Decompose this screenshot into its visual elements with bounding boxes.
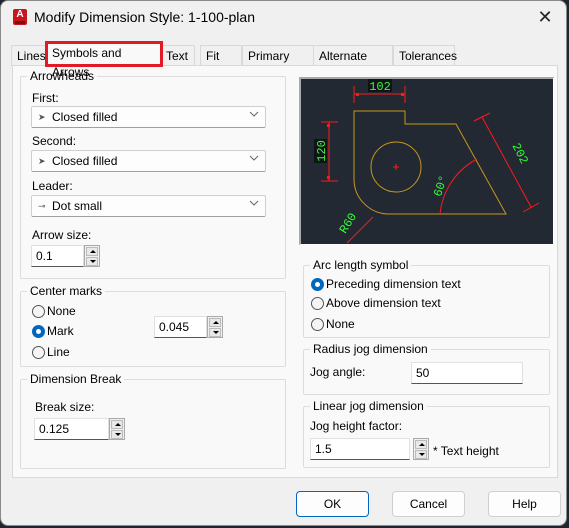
radio-icon [311, 297, 324, 310]
jog-angle-value: 50 [416, 366, 430, 380]
dim-dot [401, 93, 404, 96]
radio-icon [32, 305, 45, 318]
arrow-size-input[interactable]: 0.1 [31, 245, 84, 267]
chevron-down-icon [249, 200, 259, 206]
dot-small-icon: ⊸ [38, 201, 46, 211]
radio-icon [32, 346, 45, 359]
dim-202-text: 202 [509, 141, 531, 167]
radio-label: None [47, 304, 76, 318]
dimension-break-label: Dimension Break [27, 372, 125, 386]
dim-dot [327, 176, 330, 179]
dim-dot [356, 93, 359, 96]
modify-dimension-style-dialog: A Modify Dimension Style: 1-100-plan ✕ L… [0, 0, 567, 526]
center-marks-label: Center marks [27, 284, 106, 298]
title-bar: A Modify Dimension Style: 1-100-plan ✕ [1, 1, 566, 35]
tab-alternate-units[interactable]: Alternate Units [313, 45, 393, 83]
spin-down-icon[interactable] [111, 430, 123, 439]
jog-height-factor-input[interactable]: 1.5 [310, 438, 410, 460]
close-icon: ✕ [537, 7, 553, 27]
tab-primary-units[interactable]: Primary Units [242, 45, 314, 83]
jog-angle-input[interactable]: 50 [411, 362, 523, 384]
dim-radius-text: R60 [337, 211, 360, 237]
spin-up-icon[interactable] [111, 420, 123, 429]
leader-value: Dot small [52, 199, 103, 213]
radius-jog-label: Radius jog dimension [310, 342, 431, 356]
closed-filled-arrow-icon: ➤ [38, 112, 46, 122]
leader-arrowhead-select[interactable]: ⊸ Dot small [31, 195, 266, 217]
tab-symbols-and-arrows[interactable]: Symbols and Arrows [45, 41, 163, 79]
jog-height-factor-label: Jog height factor: [310, 419, 403, 433]
tab-fit[interactable]: Fit [200, 45, 242, 66]
closed-filled-arrow-icon: ➤ [38, 156, 46, 166]
radio-label: Preceding dimension text [326, 277, 461, 291]
radio-icon [32, 325, 45, 338]
dim-angle-text: 60° [431, 174, 451, 199]
break-size-spinner[interactable] [109, 418, 125, 440]
arc-length-symbol-label: Arc length symbol [310, 258, 412, 272]
spin-up-icon[interactable] [209, 318, 221, 327]
center-mark-size-spinner[interactable] [207, 316, 223, 338]
break-size-value: 0.125 [39, 422, 70, 436]
dim-202-line [473, 112, 540, 213]
first-arrowhead-value: Closed filled [52, 110, 118, 124]
center-mark [393, 164, 399, 170]
jog-angle-label: Jog angle: [310, 365, 366, 379]
radio-icon [311, 278, 324, 291]
dim-102-text: 102 [369, 80, 391, 94]
center-mark-size-value: 0.045 [159, 320, 190, 334]
center-mark-size-input[interactable]: 0.045 [154, 316, 207, 338]
linear-jog-label: Linear jog dimension [310, 399, 427, 413]
arrow-size-value: 0.1 [36, 249, 53, 263]
radio-label: Line [47, 345, 70, 359]
leader-label: Leader: [32, 179, 73, 193]
ok-button[interactable]: OK [296, 491, 369, 517]
radio-label: None [326, 317, 355, 331]
arrow-size-spinner[interactable] [84, 245, 100, 267]
cancel-button[interactable]: Cancel [392, 491, 465, 517]
arrow-size-label: Arrow size: [32, 228, 92, 242]
preview-drawing: 102 120 202 60° R60 [314, 79, 540, 244]
spin-down-icon[interactable] [209, 328, 221, 337]
tab-lines[interactable]: Lines [11, 45, 49, 66]
preview-outline [353, 110, 507, 215]
radio-label: Mark [47, 324, 74, 338]
spin-up-icon[interactable] [415, 440, 427, 449]
radio-label: Above dimension text [326, 296, 441, 310]
help-button[interactable]: Help [488, 491, 561, 517]
chevron-down-icon [249, 111, 259, 117]
break-size-label: Break size: [35, 400, 95, 414]
tab-tolerances[interactable]: Tolerances [393, 45, 457, 66]
tab-text[interactable]: Text [160, 45, 195, 66]
spin-up-icon[interactable] [86, 247, 98, 256]
jog-height-factor-value: 1.5 [315, 442, 332, 456]
spin-down-icon[interactable] [415, 450, 427, 459]
break-size-input[interactable]: 0.125 [34, 418, 109, 440]
second-arrowhead-select[interactable]: ➤ Closed filled [31, 150, 266, 172]
second-label: Second: [32, 134, 77, 148]
dim-120-text: 120 [315, 140, 329, 162]
spin-down-icon[interactable] [86, 257, 98, 266]
text-height-suffix: * Text height [433, 444, 499, 458]
second-arrowhead-value: Closed filled [52, 154, 118, 168]
chevron-down-icon [249, 155, 259, 161]
autocad-icon: A [13, 9, 27, 25]
radio-icon [311, 318, 324, 331]
window-title: Modify Dimension Style: 1-100-plan [34, 9, 255, 25]
dimension-preview: 102 120 202 60° R60 [299, 77, 554, 245]
first-arrowhead-select[interactable]: ➤ Closed filled [31, 106, 266, 128]
jog-height-factor-spinner[interactable] [413, 438, 429, 460]
first-label: First: [32, 91, 59, 105]
dim-dot [327, 124, 330, 127]
close-button[interactable]: ✕ [532, 5, 558, 29]
